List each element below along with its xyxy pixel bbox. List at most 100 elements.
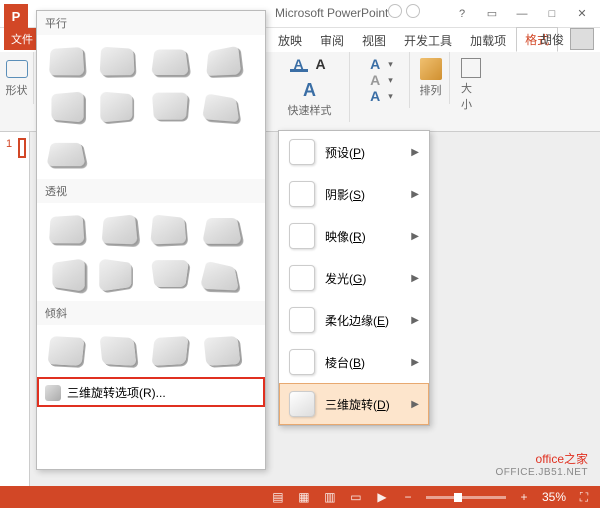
username[interactable]: 胡俊	[540, 31, 564, 48]
tab-review[interactable]: 审阅	[312, 29, 352, 52]
watermark-sub: OFFICE.JB51.NET	[495, 467, 588, 478]
rotation-preset[interactable]	[43, 41, 89, 81]
normal-view-button[interactable]: ▦	[296, 490, 312, 504]
reading-view-button[interactable]: ▭	[348, 490, 364, 504]
submenu-label: 发光(G)	[325, 270, 366, 287]
rotation-preset[interactable]	[147, 255, 193, 295]
avatar[interactable]	[570, 28, 594, 50]
chevron-right-icon: ▶	[411, 357, 419, 368]
fit-to-window-button[interactable]: ⛶	[576, 490, 592, 504]
section-perspective: 透视	[37, 179, 265, 203]
style-a2-icon[interactable]: A	[366, 72, 384, 88]
submenu-label: 映像(R)	[325, 228, 366, 245]
arrange-icon	[420, 58, 442, 80]
oblique-grid	[37, 325, 265, 377]
rotation-preset[interactable]	[199, 41, 245, 81]
insert-shapes-group: 形状	[0, 52, 34, 104]
shapes-button[interactable]: 形状	[0, 56, 34, 100]
sorter-view-button[interactable]: ▥	[322, 490, 338, 504]
section-parallel: 平行	[37, 11, 265, 35]
slide-thumbnail[interactable]	[18, 138, 26, 158]
text-fill-icon[interactable]: A	[290, 56, 308, 72]
rotation-preset[interactable]	[95, 331, 141, 371]
submenu-label: 三维旋转(D)	[325, 396, 390, 413]
submenu-preset[interactable]: 预设(P) ▶	[279, 131, 429, 173]
rotation-preset[interactable]	[147, 41, 193, 81]
rotation-preset[interactable]	[95, 209, 141, 249]
submenu-glow[interactable]: 发光(G) ▶	[279, 257, 429, 299]
submenu-3d-rotation[interactable]: 三维旋转(D) ▶	[279, 383, 429, 425]
maximize-button[interactable]: □	[538, 4, 566, 24]
rotation-gallery: 平行 透视 倾斜 三维旋转选项(R)...	[36, 10, 266, 470]
app-icon: P	[4, 4, 28, 28]
rotation-preset[interactable]	[43, 209, 89, 249]
help-button[interactable]: ?	[448, 4, 476, 24]
slideshow-button[interactable]: ▶	[374, 490, 390, 504]
style-a1-icon[interactable]: A	[366, 56, 384, 72]
watermark: office之家 OFFICE.JB51.NET	[495, 450, 588, 478]
chevron-right-icon: ▶	[411, 315, 419, 326]
zoom-out-button[interactable]: −	[400, 490, 416, 504]
watermark-main: office之家	[495, 450, 588, 467]
chevron-right-icon: ▶	[411, 147, 419, 158]
wordart-styles-group: A▾ A▾ A▾	[350, 52, 410, 108]
submenu-bevel[interactable]: 棱台(B) ▶	[279, 341, 429, 383]
ribbon-toggle-button[interactable]: ▭	[478, 4, 506, 24]
tab-addins[interactable]: 加载项	[462, 29, 514, 52]
quick-styles-button[interactable]: A	[296, 76, 324, 100]
rotation-options-item[interactable]: 三维旋转选项(R)...	[37, 377, 265, 407]
size-button[interactable]: 大小	[457, 56, 485, 114]
submenu-label: 预设(P)	[325, 144, 365, 161]
notes-button[interactable]: ▤	[270, 490, 286, 504]
rotation-preset[interactable]	[147, 209, 193, 249]
quickstyle-label: 快速样式	[288, 102, 332, 118]
submenu-label: 柔化边缘(E)	[325, 312, 389, 329]
shape-icon	[6, 60, 28, 78]
rotation-preset[interactable]	[199, 331, 245, 371]
close-button[interactable]: ✕	[568, 4, 596, 24]
rotation-preset[interactable]	[43, 133, 89, 173]
wordart-group: A A A 快速样式	[270, 52, 350, 122]
rotation-preset[interactable]	[43, 331, 89, 371]
tab-developer[interactable]: 开发工具	[396, 29, 460, 52]
minimize-button[interactable]: —	[508, 4, 536, 24]
style-a3-icon[interactable]: A	[366, 88, 384, 104]
rotation-preset[interactable]	[199, 255, 245, 295]
rotation-preset[interactable]	[199, 87, 245, 127]
tab-slideshow[interactable]: 放映	[270, 29, 310, 52]
submenu-shadow[interactable]: 阴影(S) ▶	[279, 173, 429, 215]
size-group: 大小	[452, 52, 490, 118]
rotation-preset[interactable]	[43, 87, 89, 127]
chevron-right-icon: ▶	[411, 273, 419, 284]
tab-view[interactable]: 视图	[354, 29, 394, 52]
zoom-in-button[interactable]: +	[516, 490, 532, 504]
rotation-preset[interactable]	[95, 41, 141, 81]
zoom-slider[interactable]	[426, 496, 506, 499]
tab-file[interactable]: 文件	[4, 28, 40, 50]
submenu-reflection[interactable]: 映像(R) ▶	[279, 215, 429, 257]
rotation-options-label: 三维旋转选项(R)...	[67, 384, 166, 401]
text-outline-icon[interactable]: A	[312, 56, 330, 72]
rotation-preset[interactable]	[147, 87, 193, 127]
shapes-label: 形状	[6, 82, 28, 98]
bevel-icon	[289, 349, 315, 375]
size-icon	[461, 58, 481, 78]
submenu-label: 阴影(S)	[325, 186, 365, 203]
arrange-group: 排列	[412, 52, 450, 104]
chevron-right-icon: ▶	[411, 231, 419, 242]
app-title: Microsoft PowerPoint	[275, 6, 388, 20]
submenu-soft-edges[interactable]: 柔化边缘(E) ▶	[279, 299, 429, 341]
submenu-label: 棱台(B)	[325, 354, 365, 371]
rotation-preset[interactable]	[43, 255, 89, 295]
rotation-preset[interactable]	[95, 87, 141, 127]
glow-icon	[289, 265, 315, 291]
rotation-preset[interactable]	[147, 331, 193, 371]
zoom-level[interactable]: 35%	[542, 490, 566, 504]
rotation-preset[interactable]	[199, 209, 245, 249]
perspective-grid	[37, 203, 265, 301]
rotation-preset[interactable]	[95, 255, 141, 295]
section-oblique: 倾斜	[37, 301, 265, 325]
slide-number: 1	[6, 138, 12, 150]
size-label: 大小	[461, 80, 481, 112]
arrange-button[interactable]: 排列	[416, 56, 446, 100]
